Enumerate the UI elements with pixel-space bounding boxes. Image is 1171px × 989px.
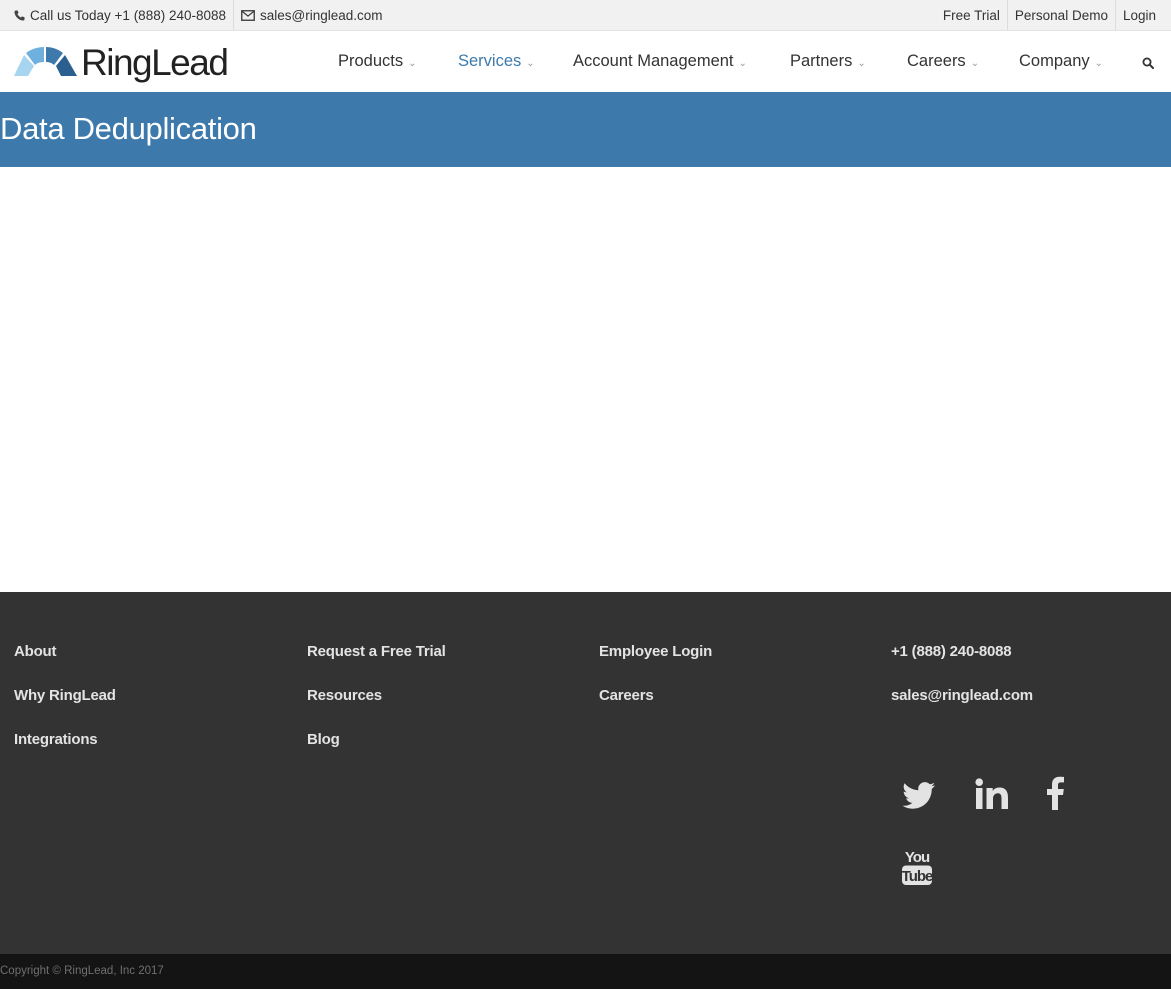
search-button[interactable] [1142, 55, 1154, 74]
footer-link-resources[interactable]: Resources [307, 686, 446, 730]
phone-icon [14, 9, 25, 21]
youtube-icon: You Tube [902, 849, 934, 885]
twitter-icon [902, 782, 935, 809]
chevron-down-icon: ⌄ [526, 57, 535, 69]
facebook-icon [1047, 776, 1064, 810]
login-link[interactable]: Login [1114, 0, 1171, 30]
svg-text:Tube: Tube [902, 868, 933, 885]
search-icon [1142, 57, 1154, 69]
nav-label: Products [338, 52, 404, 70]
footer-column-3: Employee Login Careers [599, 642, 712, 730]
nav-label: Partners [790, 52, 853, 70]
chevron-down-icon: ⌄ [1094, 57, 1104, 69]
page-title: Data Deduplication [0, 111, 257, 146]
top-bar: Call us Today +1 (888) 240-8088 sales@ri… [0, 0, 1171, 31]
chevron-down-icon: ⌄ [857, 57, 866, 69]
footer-link-blog[interactable]: Blog [307, 730, 446, 774]
phone-contact[interactable]: Call us Today +1 (888) 240-8088 [0, 0, 233, 30]
nav-label: Services [458, 52, 522, 70]
main-nav: Products ⌄ Services ⌄ Account Management ⌄ … [0, 31, 1171, 92]
nav-partners[interactable]: Partners ⌄ [790, 31, 866, 92]
free-trial-link[interactable]: Free Trial [936, 0, 1007, 30]
youtube-link[interactable]: You Tube [901, 848, 934, 891]
nav-services[interactable]: Services ⌄ [458, 31, 535, 92]
chevron-down-icon: ⌄ [408, 57, 417, 69]
facebook-link[interactable] [1045, 776, 1065, 815]
footer-contact-column: +1 (888) 240-8088 sales@ringlead.com [891, 642, 1033, 730]
nav-products[interactable]: Products ⌄ [338, 31, 417, 92]
email-text: sales@ringlead.com [260, 7, 383, 23]
page-title-banner: Data Deduplication [0, 92, 1171, 167]
nav-label: Account Management [573, 52, 734, 70]
nav-account-management[interactable]: Account Management ⌄ [573, 31, 747, 92]
phone-text: Call us Today +1 (888) 240-8088 [30, 7, 227, 23]
nav-company[interactable]: Company ⌄ [1019, 31, 1103, 92]
copyright-text: Copyright © RingLead, Inc 2017 [0, 965, 164, 977]
linkedin-link[interactable] [975, 778, 1009, 815]
footer-link-about[interactable]: About [14, 642, 116, 686]
email-contact[interactable]: sales@ringlead.com [233, 0, 390, 30]
footer-link-careers[interactable]: Careers [599, 686, 712, 730]
twitter-link[interactable] [902, 782, 936, 815]
site-header: RingLead Products ⌄ Services ⌄ Account Man… [0, 31, 1171, 92]
footer-column-1: About Why RingLead Integrations [14, 642, 116, 774]
nav-careers[interactable]: Careers ⌄ [907, 31, 979, 92]
footer-phone-link[interactable]: +1 (888) 240-8088 [891, 642, 1033, 686]
chevron-down-icon: ⌄ [738, 57, 747, 69]
footer-link-free-trial[interactable]: Request a Free Trial [307, 642, 446, 686]
linkedin-icon [975, 778, 1008, 809]
nav-label: Company [1019, 52, 1090, 70]
nav-label: Careers [907, 52, 966, 70]
envelope-icon [241, 9, 255, 21]
footer-link-employee-login[interactable]: Employee Login [599, 642, 712, 686]
copyright-bar: Copyright © RingLead, Inc 2017 [0, 954, 1171, 989]
svg-text:You: You [905, 849, 930, 866]
footer-link-integrations[interactable]: Integrations [14, 730, 116, 774]
personal-demo-link[interactable]: Personal Demo [1006, 0, 1115, 30]
footer-link-why-ringlead[interactable]: Why RingLead [14, 686, 116, 730]
site-footer: About Why RingLead Integrations Request … [0, 592, 1171, 954]
footer-column-2: Request a Free Trial Resources Blog [307, 642, 446, 774]
footer-email-link[interactable]: sales@ringlead.com [891, 686, 1033, 730]
chevron-down-icon: ⌄ [970, 57, 980, 69]
